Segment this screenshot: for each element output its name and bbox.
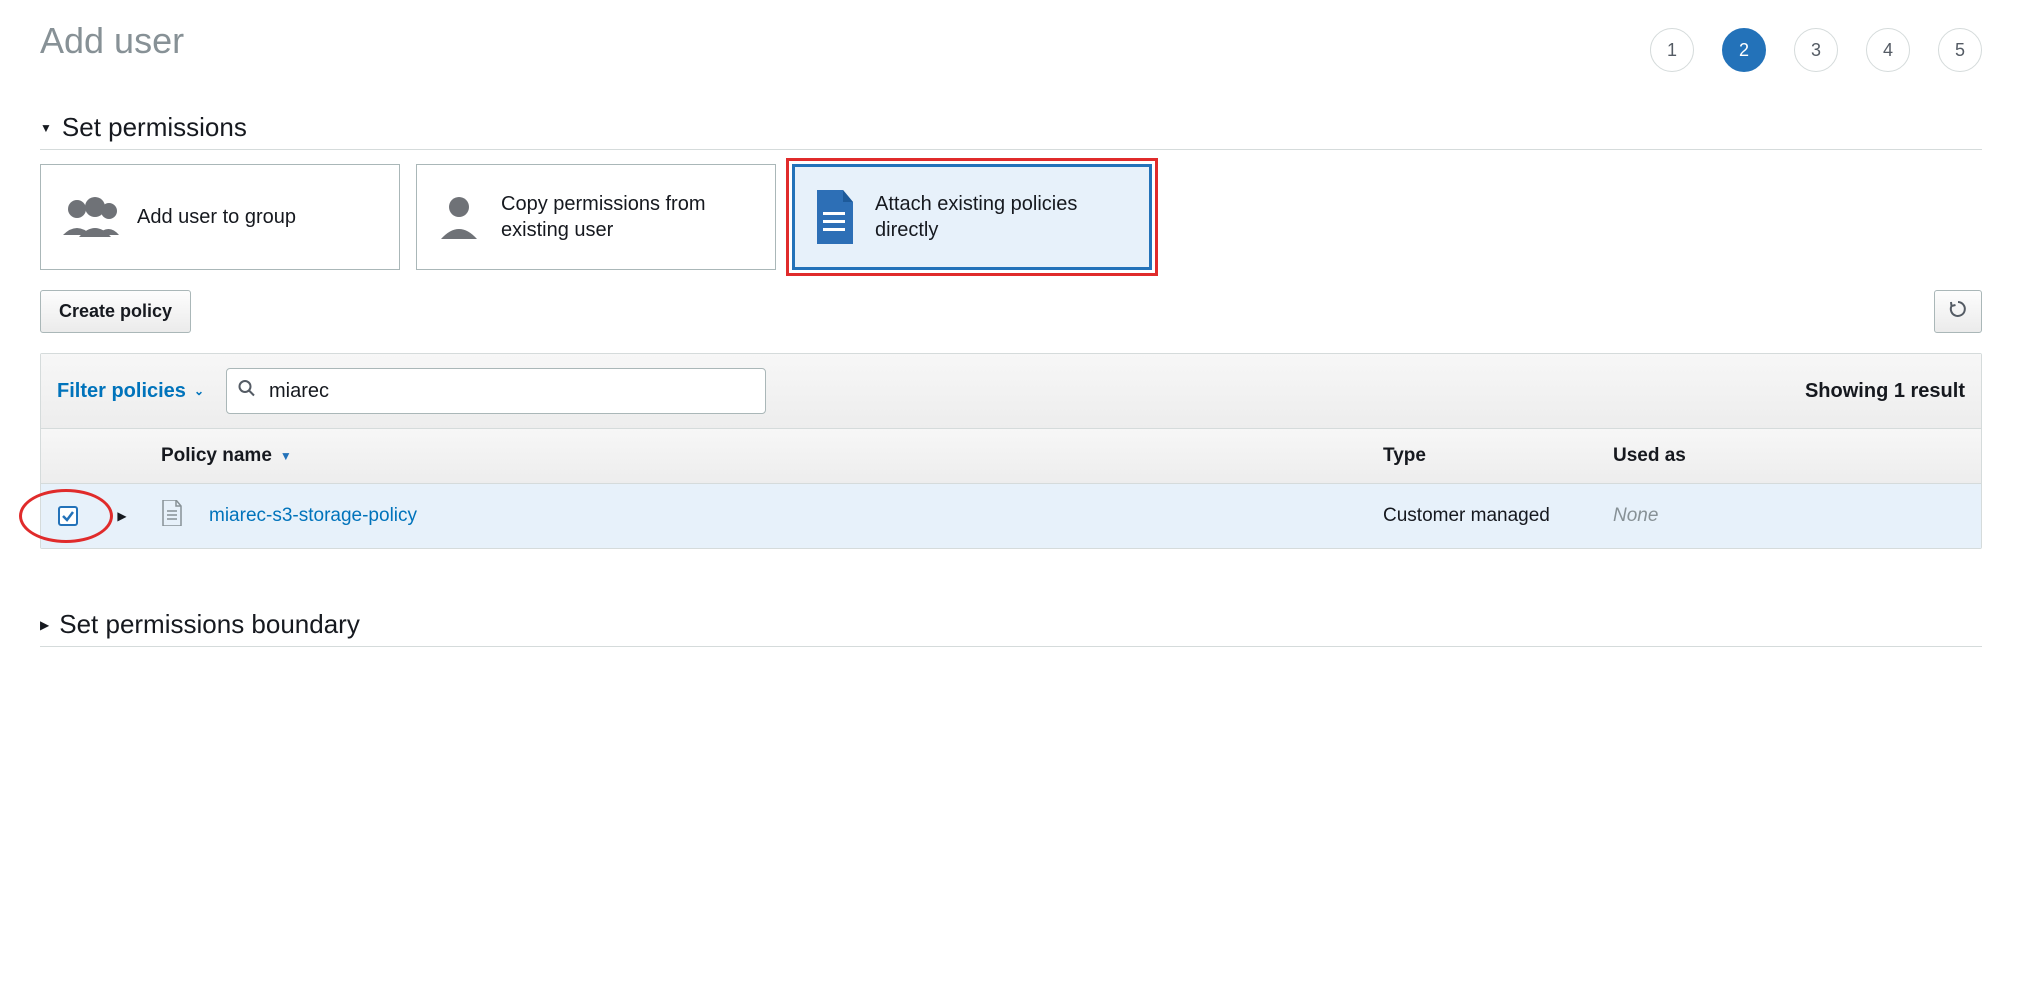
policy-table: Filter policies ⌄ Showing 1 result Polic… xyxy=(40,353,1982,549)
policy-checkbox[interactable] xyxy=(58,506,78,526)
boundary-section-header[interactable]: ▶ Set permissions boundary xyxy=(40,609,1982,647)
policy-document-icon xyxy=(161,500,183,532)
refresh-button[interactable] xyxy=(1934,290,1982,333)
permission-options: Add user to group Copy permissions from … xyxy=(40,164,1982,270)
page-title: Add user xyxy=(40,20,184,62)
permissions-section-header[interactable]: ▼ Set permissions xyxy=(40,112,1982,150)
result-count: Showing 1 result xyxy=(1805,380,1965,403)
option-label: Copy permissions from existing user xyxy=(501,191,757,243)
caret-down-icon: ▼ xyxy=(40,121,52,135)
column-label: Policy name xyxy=(161,445,272,467)
filter-policies-dropdown[interactable]: Filter policies ⌄ xyxy=(57,380,204,403)
option-label: Add user to group xyxy=(137,204,296,230)
group-icon xyxy=(59,195,119,239)
expand-row-icon[interactable]: ▶ xyxy=(117,509,126,523)
permissions-section-title: Set permissions xyxy=(62,112,247,143)
step-2[interactable]: 2 xyxy=(1722,28,1766,72)
option-add-user-to-group[interactable]: Add user to group xyxy=(40,164,400,270)
option-attach-policies-directly[interactable]: Attach existing policies directly xyxy=(792,164,1152,270)
wizard-steps: 1 2 3 4 5 xyxy=(1650,20,1982,72)
column-used-as[interactable]: Used as xyxy=(1601,429,1981,483)
chevron-down-icon: ⌄ xyxy=(194,384,204,398)
person-icon xyxy=(435,193,483,241)
option-copy-permissions[interactable]: Copy permissions from existing user xyxy=(416,164,776,270)
column-policy-name[interactable]: Policy name ▼ xyxy=(149,429,1371,483)
policy-name-link[interactable]: miarec-s3-storage-policy xyxy=(209,505,417,527)
policy-type: Customer managed xyxy=(1371,489,1601,543)
table-header: Policy name ▼ Type Used as xyxy=(41,429,1981,484)
policy-row[interactable]: ▶ miarec-s3-storage-policy Customer mana… xyxy=(41,484,1981,548)
option-label: Attach existing policies directly xyxy=(875,191,1131,243)
policy-search-input[interactable] xyxy=(226,368,766,414)
filter-label: Filter policies xyxy=(57,380,186,403)
search-icon xyxy=(238,380,256,403)
create-policy-button[interactable]: Create policy xyxy=(40,290,191,333)
sort-down-icon: ▼ xyxy=(280,449,292,463)
step-5[interactable]: 5 xyxy=(1938,28,1982,72)
caret-right-icon: ▶ xyxy=(40,618,49,632)
document-icon xyxy=(813,190,857,244)
step-1[interactable]: 1 xyxy=(1650,28,1694,72)
step-3[interactable]: 3 xyxy=(1794,28,1838,72)
refresh-icon xyxy=(1948,299,1968,324)
boundary-section-title: Set permissions boundary xyxy=(59,609,360,640)
step-4[interactable]: 4 xyxy=(1866,28,1910,72)
column-type[interactable]: Type xyxy=(1371,429,1601,483)
policy-used-as: None xyxy=(1601,489,1981,543)
